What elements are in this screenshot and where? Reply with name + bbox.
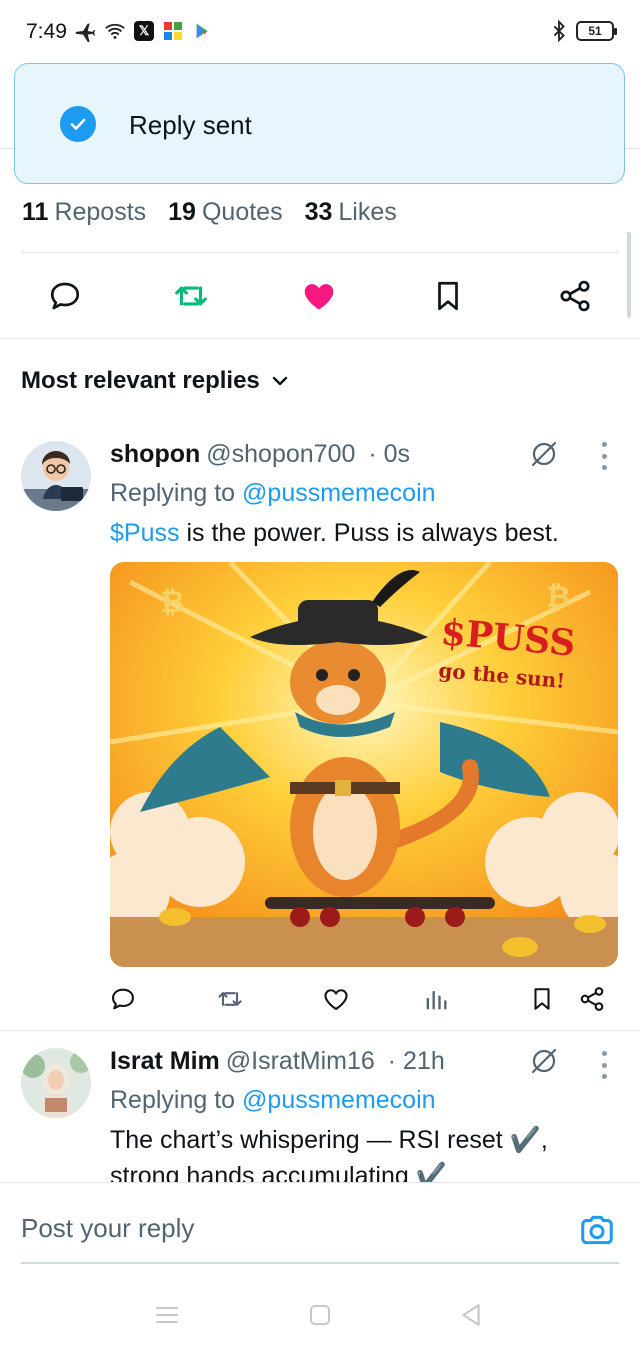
reply-author-handle[interactable]: @IsratMim16 (226, 1047, 375, 1075)
reply-author-name[interactable]: Israt Mim (110, 1047, 220, 1075)
camera-icon[interactable] (578, 1211, 616, 1249)
svg-text:₿: ₿ (546, 580, 570, 615)
reply-icon[interactable] (108, 984, 138, 1014)
composer-underline (21, 1262, 619, 1264)
reply-time: · 21h (387, 1047, 445, 1075)
reply-item[interactable]: shopon @shopon700 · 0s Replying to @pussm… (0, 0, 640, 1030)
like-icon[interactable] (321, 984, 351, 1014)
reply-action-bar (0, 984, 640, 1016)
reply-text: $Puss is the power. Puss is always best. (110, 519, 559, 547)
reply-time: · 0s (368, 440, 411, 468)
avatar[interactable] (21, 1048, 91, 1118)
share-icon[interactable] (577, 984, 607, 1014)
repost-icon[interactable] (215, 984, 245, 1014)
reply-item[interactable]: Israt Mim @IsratMim16 · 21h Replying to @… (0, 1031, 640, 1182)
mention-link[interactable]: @pussmemecoin (242, 479, 436, 507)
reply-text-line: The chart’s whispering — RSI reset ✔️, (110, 1126, 548, 1154)
reply-composer: Post your reply (0, 1182, 640, 1282)
views-icon[interactable] (421, 984, 451, 1014)
system-nav-bar (0, 1282, 640, 1351)
mention-link[interactable]: @pussmemecoin (242, 1086, 436, 1114)
reply-header: Israt Mim @IsratMim16 · 21h (110, 1047, 445, 1076)
replying-to: Replying to @pussmemecoin (110, 479, 436, 507)
back-icon[interactable] (456, 1300, 486, 1330)
reply-author-handle[interactable]: @shopon700 (206, 440, 355, 468)
bookmark-icon[interactable] (527, 984, 557, 1014)
home-icon[interactable] (305, 1300, 335, 1330)
reply-author-name[interactable]: shopon (110, 440, 200, 468)
replying-to: Replying to @pussmemecoin (110, 1086, 436, 1114)
grok-icon[interactable] (528, 1045, 560, 1077)
more-options-icon[interactable] (600, 1051, 608, 1079)
reply-text-line: strong hands accumulating ✔️ (110, 1162, 447, 1182)
grok-icon[interactable] (528, 438, 560, 470)
reply-media-image[interactable]: ₿ ₿ $PUSS go the sun! (110, 562, 618, 967)
reply-input[interactable]: Post your reply (21, 1213, 194, 1244)
reply-header: shopon @shopon700 · 0s (110, 440, 410, 469)
menu-icon[interactable] (152, 1300, 182, 1330)
avatar[interactable] (21, 441, 91, 511)
cashtag-link[interactable]: $Puss (110, 519, 179, 547)
svg-text:₿: ₿ (160, 585, 184, 620)
more-options-icon[interactable] (600, 442, 608, 470)
